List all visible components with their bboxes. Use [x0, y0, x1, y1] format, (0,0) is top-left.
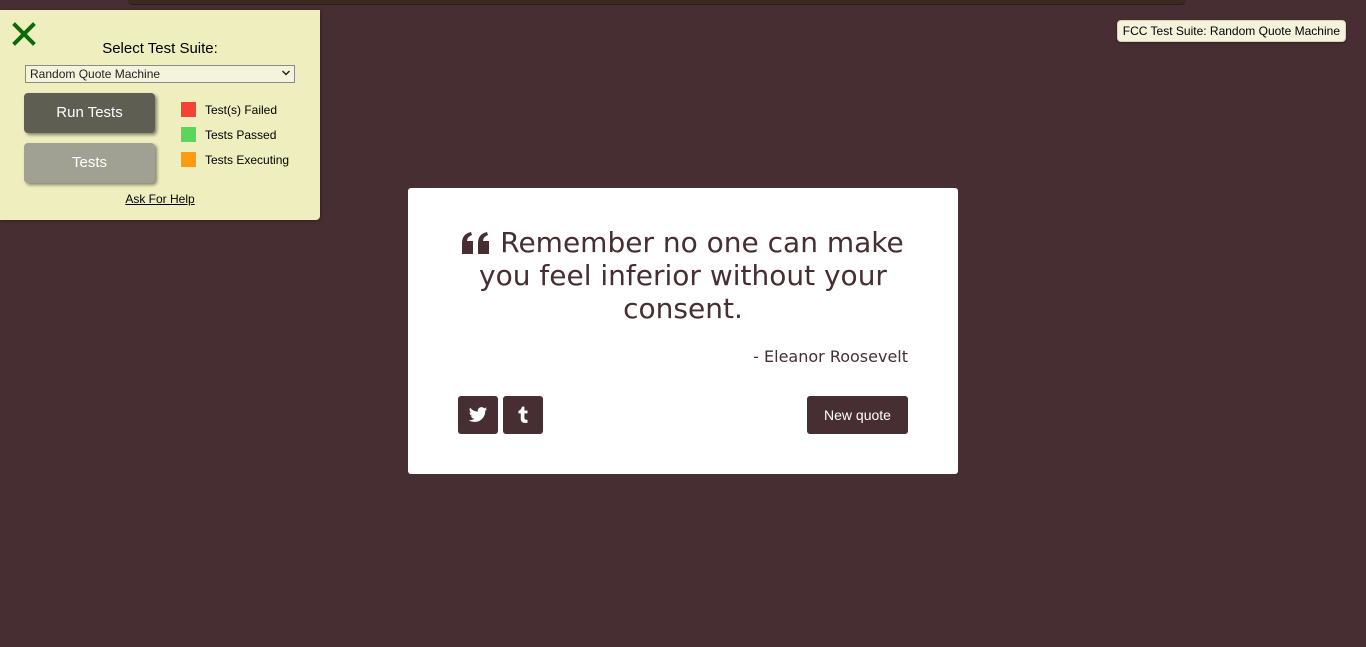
failed-swatch: [181, 102, 196, 118]
chevron-down-icon: [282, 70, 290, 76]
new-quote-button[interactable]: New quote: [807, 396, 908, 434]
tests-button[interactable]: Tests: [24, 143, 155, 183]
quote-left-icon: [462, 232, 490, 254]
browser-top-bar: [128, 0, 1186, 5]
legend-failed: Test(s) Failed: [181, 102, 277, 118]
quote-box: Remember no one can make you feel inferi…: [408, 188, 958, 474]
legend-passed: Tests Passed: [181, 127, 276, 143]
test-suite-title: Select Test Suite:: [102, 40, 218, 57]
fcc-test-panel: Select Test Suite: Random Quote Machine …: [0, 10, 320, 220]
tweet-quote-button[interactable]: [458, 396, 498, 434]
tumblr-quote-button[interactable]: [503, 396, 543, 434]
run-tests-button[interactable]: Run Tests: [24, 93, 155, 133]
passed-swatch: [181, 127, 196, 143]
executing-swatch: [181, 152, 196, 168]
selected-suite: Random Quote Machine: [30, 67, 161, 81]
quote-text: Remember no one can make you feel inferi…: [458, 226, 908, 325]
tumblr-icon: [518, 406, 528, 423]
fcc-suite-tag: FCC Test Suite: Random Quote Machine: [1116, 20, 1346, 42]
test-suite-select[interactable]: Random Quote Machine: [25, 65, 295, 83]
ask-for-help-link[interactable]: Ask For Help: [0, 192, 320, 206]
legend-executing: Tests Executing: [181, 152, 289, 168]
top-strip: [0, 0, 1366, 10]
quote-author: - Eleanor Roosevelt: [753, 347, 908, 366]
quote-text-content: Remember no one can make you feel inferi…: [479, 226, 904, 325]
twitter-icon: [468, 407, 488, 422]
